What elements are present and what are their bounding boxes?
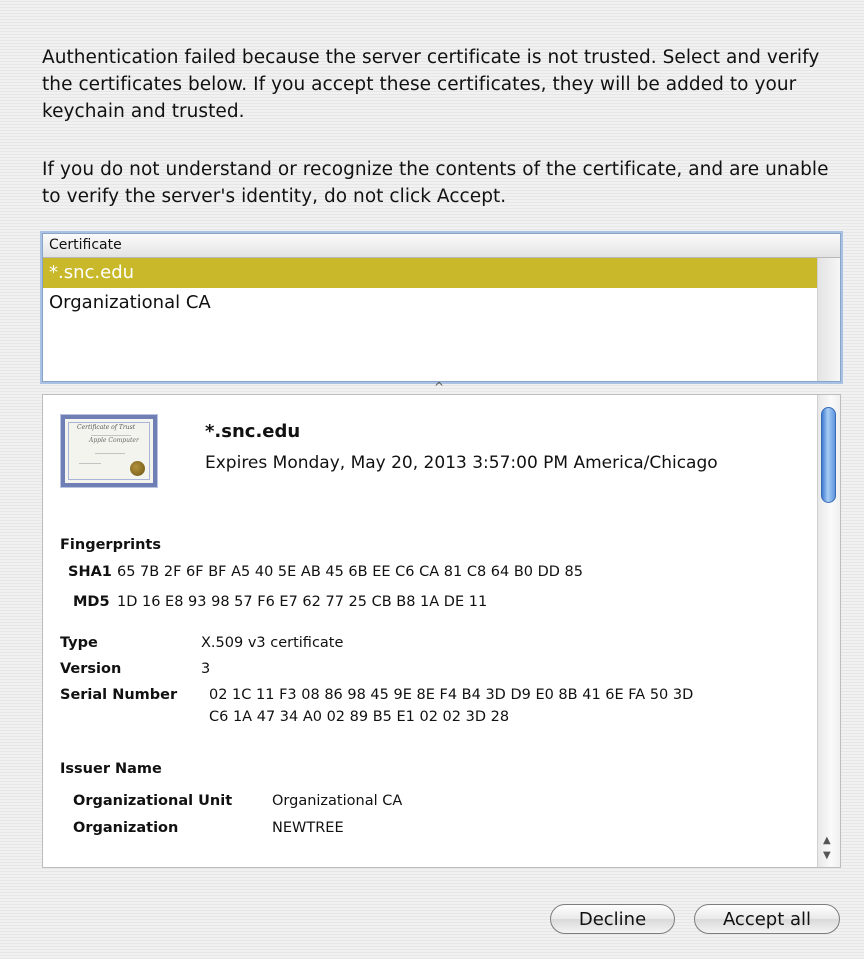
certificate-list-item-organizational-ca[interactable]: Organizational CA <box>43 288 817 318</box>
organization-label: Organization <box>73 820 179 836</box>
sha1-value: 65 7B 2F 6F BF A5 40 5E AB 45 6B EE C6 C… <box>117 564 584 580</box>
certificate-detail-pane: Certificate of Trust Apple Computer *.sn… <box>42 394 841 868</box>
serial-number-line-1: 02 1C 11 F3 08 86 98 45 9E 8E F4 B4 3D D… <box>209 687 694 703</box>
organizational-unit-value: Organizational CA <box>272 793 403 809</box>
issuer-name-heading: Issuer Name <box>60 761 162 777</box>
certificate-expiry: Expires Monday, May 20, 2013 3:57:00 PM … <box>205 453 718 473</box>
version-value: 3 <box>201 661 211 677</box>
certificate-list-item-snc-edu[interactable]: *.snc.edu <box>43 258 817 288</box>
md5-label: MD5 <box>73 594 110 610</box>
scroll-thumb[interactable] <box>821 407 836 503</box>
fingerprints-heading: Fingerprints <box>60 537 161 553</box>
type-value: X.509 v3 certificate <box>201 635 344 651</box>
decline-button[interactable]: Decline <box>550 904 675 934</box>
splitter-handle-icon[interactable]: ^ <box>434 381 444 393</box>
list-scrollbar[interactable] <box>817 258 840 381</box>
certificate-column-header[interactable]: Certificate <box>43 234 840 258</box>
serial-number-line-2: C6 1A 47 34 A0 02 89 B5 E1 02 02 3D 28 <box>209 709 510 725</box>
certificate-list[interactable]: Certificate *.snc.edu Organizational CA <box>42 233 841 382</box>
scroll-up-arrow-icon[interactable]: ▲ <box>823 835 831 846</box>
organization-value: NEWTREE <box>272 820 344 836</box>
detail-scrollbar[interactable]: ▲ ▼ <box>817 395 840 867</box>
organizational-unit-label: Organizational Unit <box>73 793 233 809</box>
certificate-icon: Certificate of Trust Apple Computer <box>60 414 158 488</box>
accept-all-button[interactable]: Accept all <box>694 904 840 934</box>
version-label: Version <box>60 661 122 677</box>
md5-value: 1D 16 E8 93 98 57 F6 E7 62 77 25 CB B8 1… <box>117 594 488 610</box>
type-label: Type <box>60 635 98 651</box>
sha1-label: SHA1 <box>68 564 112 580</box>
serial-number-label: Serial Number <box>60 687 178 703</box>
message-paragraph-2: If you do not understand or recognize th… <box>42 159 829 207</box>
scroll-down-arrow-icon[interactable]: ▼ <box>823 850 831 861</box>
message-paragraph-1: Authentication failed because the server… <box>42 47 820 122</box>
certificate-name: *.snc.edu <box>205 421 301 442</box>
